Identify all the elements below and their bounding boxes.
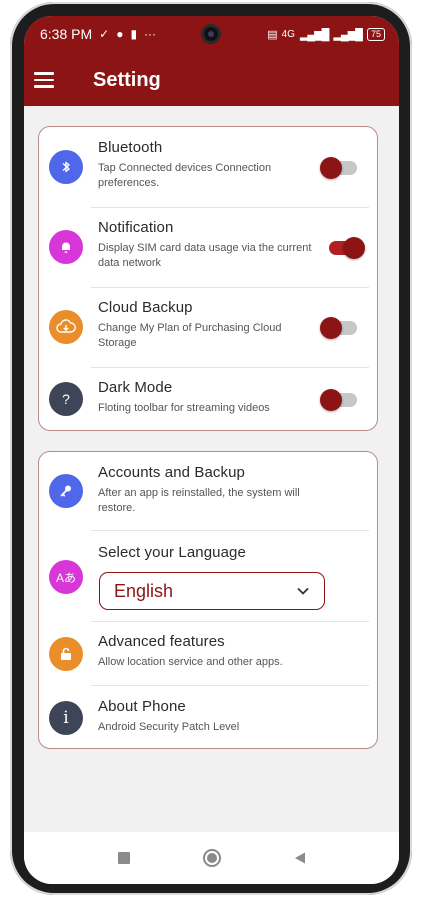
settings-card-toggles: Bluetooth Tap Connected devices Connecti… (38, 126, 378, 431)
more-dots-icon: ··· (144, 27, 157, 41)
setting-title: About Phone (98, 698, 186, 715)
divider (91, 287, 369, 288)
chevron-down-icon (297, 587, 309, 595)
back-triangle-icon (294, 852, 305, 864)
network-type-label: 4G (281, 28, 295, 40)
setting-row-bluetooth[interactable]: Bluetooth Tap Connected devices Connecti… (39, 139, 377, 207)
setting-row-advanced[interactable]: Advanced features Allow location service… (39, 633, 377, 689)
check-download-icon: ✓ (99, 27, 110, 41)
battery-icon: 75 (366, 27, 385, 41)
info-icon: i (49, 701, 83, 735)
setting-title: Dark Mode (98, 379, 173, 396)
bluetooth-icon (49, 150, 83, 184)
status-right: ▤ 4G ▂▄▆█ ▂▄▆█ 75 (267, 27, 385, 41)
setting-row-about-phone[interactable]: i About Phone Android Security Patch Lev… (39, 698, 377, 746)
square-icon (117, 852, 130, 864)
settings-card-general: Accounts and Backup After an app is rein… (38, 451, 378, 749)
translate-icon: Aあ (49, 560, 83, 594)
signal-icon: ▂▄▆█ (299, 28, 329, 41)
bluetooth-toggle[interactable] (320, 157, 357, 179)
setting-row-dark-mode[interactable]: ? Dark Mode Floting toolbar for streamin… (39, 379, 377, 429)
screen: 6:38 PM ✓ ● ▮ ··· ▤ 4G ▂▄▆█ ▂▄▆█ 75 Sett… (24, 16, 399, 884)
hamburger-icon[interactable] (34, 60, 84, 100)
bell-icon (49, 230, 83, 264)
setting-subtitle: Change My Plan of Purchasing Cloud Stora… (98, 322, 282, 349)
setting-subtitle: Floting toolbar for streaming videos (98, 402, 270, 414)
back-button[interactable] (290, 848, 310, 868)
question-icon: ? (49, 382, 83, 416)
dark-mode-toggle[interactable] (320, 389, 357, 411)
setting-text: Notification Display SIM card data usage… (98, 219, 317, 271)
status-time: 6:38 PM (40, 26, 93, 42)
cloud-backup-toggle[interactable] (320, 317, 357, 339)
divider (91, 621, 369, 622)
setting-text: About Phone Android Security Patch Level (98, 698, 317, 735)
language-selected: English (114, 580, 174, 601)
setting-text: Dark Mode Floting toolbar for streaming … (98, 379, 317, 416)
system-nav-bar (24, 832, 399, 884)
language-dropdown[interactable]: English (99, 572, 325, 610)
setting-row-notification[interactable]: Notification Display SIM card data usage… (39, 219, 377, 287)
trash-icon: ▮ (130, 27, 138, 41)
page-title: Setting (93, 68, 161, 91)
setting-text: Select your Language (98, 544, 317, 561)
signal-icon-2: ▂▄▆█ (333, 28, 362, 41)
setting-title: Cloud Backup (98, 299, 193, 316)
setting-text: Advanced features Allow location service… (98, 633, 317, 670)
front-camera (201, 24, 221, 44)
notification-toggle[interactable] (329, 237, 365, 259)
setting-text: Accounts and Backup After an app is rein… (98, 464, 317, 516)
setting-subtitle: Android Security Patch Level (98, 721, 240, 733)
setting-title: Notification (98, 219, 174, 236)
setting-subtitle: Tap Connected devices Connection prefere… (98, 162, 272, 189)
setting-title: Advanced features (98, 633, 225, 650)
header: Setting (24, 56, 399, 104)
status-left: 6:38 PM ✓ ● ▮ ··· (40, 26, 156, 42)
volte-icon: ▤ (267, 28, 277, 41)
setting-row-cloud-backup[interactable]: Cloud Backup Change My Plan of Purchasin… (39, 299, 377, 367)
setting-text: Cloud Backup Change My Plan of Purchasin… (98, 299, 317, 351)
setting-row-accounts[interactable]: Accounts and Backup After an app is rein… (39, 464, 377, 530)
divider (91, 530, 369, 531)
divider (91, 207, 369, 208)
setting-title: Select your Language (98, 544, 246, 561)
setting-text: Bluetooth Tap Connected devices Connecti… (98, 139, 317, 191)
whatsapp-icon: ● (116, 27, 124, 41)
recents-button[interactable] (114, 848, 134, 868)
lock-icon (49, 637, 83, 671)
status-bar: 6:38 PM ✓ ● ▮ ··· ▤ 4G ▂▄▆█ ▂▄▆█ 75 (24, 16, 399, 52)
setting-title: Bluetooth (98, 139, 163, 156)
setting-title: Accounts and Backup (98, 464, 245, 481)
key-icon (49, 474, 83, 508)
setting-subtitle: Allow location service and other apps. (98, 656, 283, 668)
divider (91, 685, 369, 686)
setting-subtitle: After an app is reinstalled, the system … (98, 487, 300, 514)
setting-subtitle: Display SIM card data usage via the curr… (98, 242, 312, 269)
home-circle-icon (202, 849, 221, 867)
divider (91, 367, 369, 368)
home-button[interactable] (202, 848, 222, 868)
cloud-download-icon (49, 310, 83, 344)
app-bar: 6:38 PM ✓ ● ▮ ··· ▤ 4G ▂▄▆█ ▂▄▆█ 75 Sett… (24, 16, 399, 106)
